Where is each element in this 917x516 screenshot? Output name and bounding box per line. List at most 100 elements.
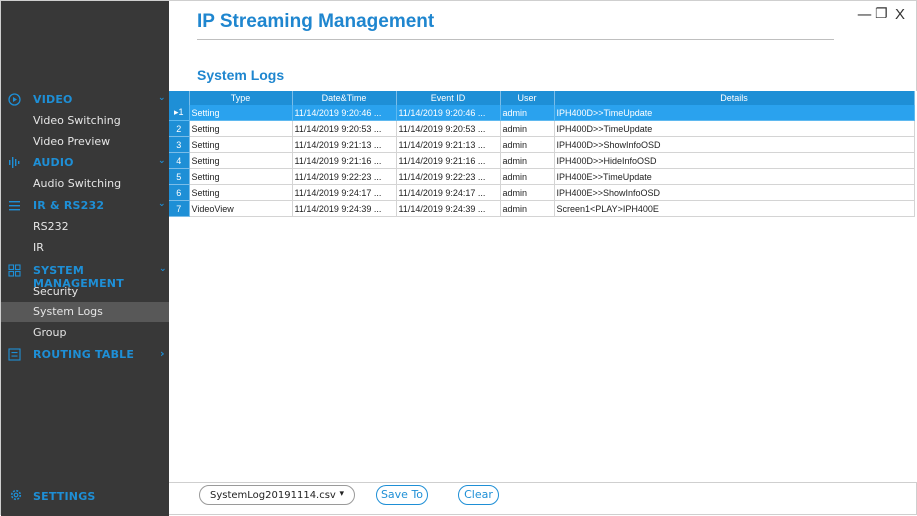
nav-category-video[interactable]: VIDEO ⌄ [1,90,169,110]
logs-grid: Type Date&Time Event ID User Details ▸1 … [169,91,917,482]
user-cell: admin [500,168,555,185]
nav-category-settings[interactable]: SETTINGS [1,487,169,507]
play-circle-icon [8,93,21,106]
type-cell: Setting [189,168,293,185]
datetime-cell: 11/14/2019 9:24:17 ... [292,184,397,201]
chevron-down-icon: ▾ [339,489,344,499]
title-divider [197,39,834,40]
row-number-cell: 3 [169,136,190,153]
save-to-button[interactable]: Save To [376,485,428,505]
row-number-cell: 4 [169,152,190,169]
type-cell: Setting [189,184,293,201]
sidebar-item-security[interactable]: Security [1,282,169,302]
nav-category-routing-table[interactable]: ROUTING TABLE › [1,345,169,365]
type-cell: Setting [189,105,293,121]
table-header-row: Type Date&Time Event ID User Details [169,91,915,105]
table-icon [8,348,21,361]
row-number-cell: 6 [169,184,190,201]
footer-divider [169,482,917,483]
sidebar-item-label: RS232 [33,220,69,233]
nav-category-audio[interactable]: AUDIO ⌄ [1,153,169,173]
clear-button[interactable]: Clear [458,485,499,505]
type-cell: Setting [189,120,293,137]
log-file-select[interactable]: SystemLog20191114.csv ▾ [199,485,355,505]
close-button[interactable]: X [895,6,905,23]
sidebar-item-video-preview[interactable]: Video Preview [1,132,169,152]
sidebar-item-label: IR [33,241,44,254]
user-cell: admin [500,120,555,137]
row-number-cell: 7 [169,200,190,217]
audio-wave-icon [9,157,20,168]
log-file-select-value: SystemLog20191114.csv [210,490,336,501]
grid-squares-icon [8,264,21,277]
app-window: VIDEO ⌄ Video Switching Video Preview AU… [0,0,917,516]
table-row[interactable]: 7 VideoView 11/14/2019 9:24:39 ... 11/14… [169,200,915,217]
user-cell: admin [500,152,555,169]
event-id-cell: 11/14/2019 9:21:13 ... [396,136,501,153]
nav-category-label: SETTINGS [33,490,96,503]
sidebar: VIDEO ⌄ Video Switching Video Preview AU… [1,1,169,516]
type-cell: VideoView [189,200,293,217]
nav-category-label: IR & RS232 [33,199,105,212]
sidebar-item-audio-switching[interactable]: Audio Switching [1,174,169,194]
column-header-details[interactable]: Details [554,91,915,105]
section-title: System Logs [197,67,285,83]
chevron-down-icon: ⌄ [158,199,166,209]
datetime-cell: 11/14/2019 9:21:13 ... [292,136,397,153]
nav-category-ir-rs232[interactable]: IR & RS232 ⌄ [1,196,169,216]
sidebar-item-group[interactable]: Group [1,323,169,343]
details-cell: IPH400D>>HideInfoOSD [554,152,915,169]
chevron-down-icon: ⌄ [158,93,166,103]
column-header-row-number [169,91,190,105]
restore-button[interactable]: ❐ [875,6,888,22]
table-row[interactable]: 2 Setting 11/14/2019 9:20:53 ... 11/14/2… [169,120,915,137]
nav-category-system-management[interactable]: SYSTEM MANAGEMENT ⌄ [1,261,169,290]
user-cell: admin [500,200,555,217]
table-row[interactable]: ▸1 Setting 11/14/2019 9:20:46 ... 11/14/… [169,105,915,121]
nav-category-label: VIDEO [33,93,73,106]
chevron-down-icon: ⌄ [159,264,167,274]
list-lines-icon [9,201,20,211]
type-cell: Setting [189,152,293,169]
datetime-cell: 11/14/2019 9:22:23 ... [292,168,397,185]
sidebar-item-label: Audio Switching [33,177,122,190]
row-number: 1 [178,107,184,117]
event-id-cell: 11/14/2019 9:24:39 ... [396,200,501,217]
sidebar-item-rs232[interactable]: RS232 [1,217,169,237]
row-number-cell: 2 [169,120,190,137]
datetime-cell: 11/14/2019 9:24:39 ... [292,200,397,217]
column-header-datetime[interactable]: Date&Time [292,91,397,105]
column-header-user[interactable]: User [500,91,555,105]
datetime-cell: 11/14/2019 9:20:53 ... [292,120,397,137]
user-cell: admin [500,105,555,121]
logs-table: Type Date&Time Event ID User Details ▸1 … [169,91,915,217]
type-cell: Setting [189,136,293,153]
sidebar-item-label: System Logs [33,305,103,318]
details-cell: IPH400D>>TimeUpdate [554,120,915,137]
table-row[interactable]: 3 Setting 11/14/2019 9:21:13 ... 11/14/2… [169,136,915,153]
sidebar-item-system-logs[interactable]: System Logs [1,302,169,322]
event-id-cell: 11/14/2019 9:20:53 ... [396,120,501,137]
datetime-cell: 11/14/2019 9:20:46 ... [292,105,397,121]
minimize-button[interactable]: — [857,5,872,23]
user-cell: admin [500,136,555,153]
sidebar-item-video-switching[interactable]: Video Switching [1,111,169,131]
table-row[interactable]: 5 Setting 11/14/2019 9:22:23 ... 11/14/2… [169,168,915,185]
column-header-event-id[interactable]: Event ID [396,91,501,105]
nav-category-label: ROUTING TABLE [33,348,135,361]
chevron-down-icon: ⌄ [158,156,166,166]
datetime-cell: 11/14/2019 9:21:16 ... [292,152,397,169]
sidebar-item-label: Video Preview [33,135,111,148]
details-cell: IPH400E>>ShowInfoOSD [554,184,915,201]
table-row[interactable]: 6 Setting 11/14/2019 9:24:17 ... 11/14/2… [169,184,915,201]
details-cell: IPH400E>>TimeUpdate [554,168,915,185]
column-header-type[interactable]: Type [189,91,293,105]
table-row[interactable]: 4 Setting 11/14/2019 9:21:16 ... 11/14/2… [169,152,915,169]
gear-icon [10,489,22,501]
user-cell: admin [500,184,555,201]
event-id-cell: 11/14/2019 9:20:46 ... [396,105,501,121]
row-number-cell: ▸1 [169,105,190,121]
sidebar-item-ir[interactable]: IR [1,238,169,258]
event-id-cell: 11/14/2019 9:22:23 ... [396,168,501,185]
nav-category-label: AUDIO [33,156,74,169]
